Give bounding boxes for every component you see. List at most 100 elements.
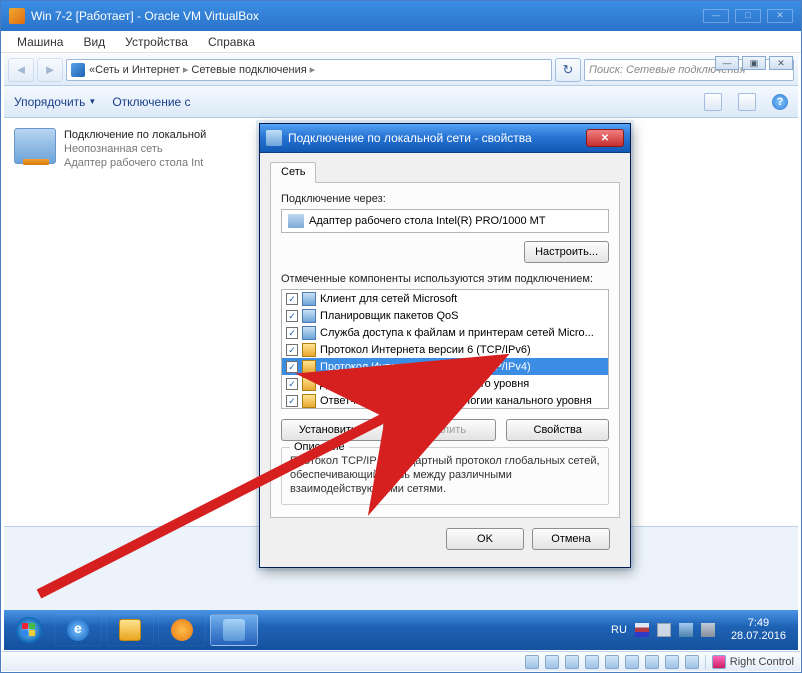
explorer-maximize[interactable]: ▣ xyxy=(742,56,766,70)
dialog-titlebar[interactable]: Подключение по локальной сети - свойства… xyxy=(260,124,630,153)
host-key-indicator[interactable]: Right Control xyxy=(705,655,794,669)
keyboard-icon xyxy=(712,655,726,669)
checkbox[interactable]: ✓ xyxy=(286,293,298,305)
connection-status: Неопознанная сеть xyxy=(64,142,206,156)
maximize-button[interactable]: □ xyxy=(735,9,761,23)
lan-adapter-icon xyxy=(14,128,56,164)
cancel-button[interactable]: Отмена xyxy=(532,528,610,550)
media-player-icon xyxy=(171,619,193,641)
menu-machine[interactable]: Машина xyxy=(7,33,73,51)
virtualbox-titlebar[interactable]: Win 7-2 [Работает] - Oracle VM VirtualBo… xyxy=(1,1,801,31)
nav-back[interactable]: ◄ xyxy=(8,58,34,82)
ie-icon xyxy=(67,619,89,641)
component-item[interactable]: ✓ Протокол Интернета версии 6 (TCP/IPv6) xyxy=(282,341,608,358)
virtualbox-title-text: Win 7-2 [Работает] - Oracle VM VirtualBo… xyxy=(31,9,259,23)
clock[interactable]: 7:49 28.07.2016 xyxy=(723,617,794,643)
component-label: Протокол Интернета версии 4 (TCP/IPv4) xyxy=(320,361,531,373)
component-item[interactable]: ✓Драйвер в/в тополога канального уровня xyxy=(282,375,608,392)
component-item[interactable]: ✓ Протокол Интернета версии 4 (TCP/IPv4) xyxy=(282,358,608,375)
explorer-minimize[interactable]: — xyxy=(715,56,739,70)
components-list[interactable]: ✓Клиент для сетей Microsoft✓Планировщик … xyxy=(281,289,609,409)
taskbar-network-connections[interactable] xyxy=(210,614,258,646)
guest-taskbar: RU 7:49 28.07.2016 xyxy=(4,610,798,650)
checkbox[interactable]: ✓ xyxy=(286,361,298,373)
menu-help[interactable]: Справка xyxy=(198,33,265,51)
monitor-icon xyxy=(302,309,316,323)
nav-forward[interactable]: ► xyxy=(37,58,63,82)
component-item[interactable]: ✓Планировщик пакетов QoS xyxy=(282,307,608,324)
language-indicator[interactable]: RU xyxy=(611,624,627,636)
status-display-icon[interactable] xyxy=(645,655,659,669)
tray-network-icon[interactable] xyxy=(679,623,693,637)
address-bar[interactable]: « Сеть и Интернет ▸ Сетевые подключения … xyxy=(66,59,552,81)
status-cpu-icon[interactable] xyxy=(685,655,699,669)
adapter-name: Адаптер рабочего стола Intel(R) PRO/1000… xyxy=(309,215,546,227)
ok-button[interactable]: OK xyxy=(446,528,524,550)
net-icon xyxy=(302,394,316,408)
connection-adapter: Адаптер рабочего стола Int xyxy=(64,156,206,170)
checkbox[interactable]: ✓ xyxy=(286,395,298,407)
dialog-title-text: Подключение по локальной сети - свойства xyxy=(288,131,532,145)
view-icon[interactable] xyxy=(704,93,722,111)
checkbox[interactable]: ✓ xyxy=(286,327,298,339)
start-button[interactable] xyxy=(8,614,50,646)
folder-icon xyxy=(119,619,141,641)
net-icon xyxy=(302,377,316,391)
status-hdd-icon[interactable] xyxy=(525,655,539,669)
component-label: Ответчик обнаружения топологии канальног… xyxy=(320,395,592,407)
taskbar-media-player[interactable] xyxy=(158,614,206,646)
tab-network[interactable]: Сеть xyxy=(270,162,316,183)
taskbar-ie[interactable] xyxy=(54,614,102,646)
menu-view[interactable]: Вид xyxy=(73,33,115,51)
refresh-button[interactable]: ↻ xyxy=(555,58,581,82)
help-icon[interactable]: ? xyxy=(772,94,788,110)
status-usb-icon[interactable] xyxy=(605,655,619,669)
checkbox[interactable]: ✓ xyxy=(286,310,298,322)
breadcrumb-item-1[interactable]: Сеть и Интернет xyxy=(95,64,180,76)
uninstall-button[interactable]: Удалить xyxy=(394,419,497,441)
components-label: Отмеченные компоненты используются этим … xyxy=(281,273,609,285)
configure-button[interactable]: Настроить... xyxy=(524,241,609,263)
status-optical-icon[interactable] xyxy=(545,655,559,669)
status-audio-icon[interactable] xyxy=(565,655,579,669)
organize-menu[interactable]: Упорядочить ▼ xyxy=(14,95,96,109)
net-icon xyxy=(302,343,316,357)
connection-name: Подключение по локальной xyxy=(64,128,206,142)
install-button[interactable]: Установить... xyxy=(281,419,384,441)
status-recording-icon[interactable] xyxy=(665,655,679,669)
taskbar-explorer[interactable] xyxy=(106,614,154,646)
checkbox[interactable]: ✓ xyxy=(286,378,298,390)
status-shared-folders-icon[interactable] xyxy=(625,655,639,669)
preview-pane-icon[interactable] xyxy=(738,93,756,111)
network-icon xyxy=(71,63,85,77)
disable-connection[interactable]: Отключение с xyxy=(112,95,190,109)
tray-volume-icon[interactable] xyxy=(701,623,715,637)
network-connection-item[interactable]: Подключение по локальной Неопознанная се… xyxy=(14,128,234,170)
virtualbox-menubar: Машина Вид Устройства Справка xyxy=(1,31,801,53)
network-connections-icon xyxy=(223,619,245,641)
component-item[interactable]: ✓Клиент для сетей Microsoft xyxy=(282,290,608,307)
component-label: Протокол Интернета версии 6 (TCP/IPv6) xyxy=(320,344,531,356)
explorer-navbar: ◄ ► « Сеть и Интернет ▸ Сетевые подключе… xyxy=(4,54,798,86)
component-item[interactable]: ✓ Служба доступа к файлам и принтерам сет… xyxy=(282,324,608,341)
adapter-field: Адаптер рабочего стола Intel(R) PRO/1000… xyxy=(281,209,609,233)
explorer-close[interactable]: ✕ xyxy=(769,56,793,70)
status-network-icon[interactable] xyxy=(585,655,599,669)
dialog-close-button[interactable]: ✕ xyxy=(586,129,624,147)
virtualbox-statusbar: Right Control xyxy=(2,651,800,671)
component-item[interactable]: ✓ Ответчик обнаружения топологии канально… xyxy=(282,392,608,409)
checkbox[interactable]: ✓ xyxy=(286,344,298,356)
properties-button[interactable]: Свойства xyxy=(506,419,609,441)
component-label: Служба доступа к файлам и принтерам сете… xyxy=(320,327,594,339)
guest-screen: — ▣ ✕ ◄ ► « Сеть и Интернет ▸ Сетевые по… xyxy=(4,54,798,650)
tray-action-center-icon[interactable] xyxy=(657,623,671,637)
tray-flag-icon[interactable] xyxy=(635,623,649,637)
system-tray: RU 7:49 28.07.2016 xyxy=(611,617,794,643)
virtualbox-icon xyxy=(9,8,25,24)
breadcrumb-item-2[interactable]: Сетевые подключения xyxy=(191,64,306,76)
clock-time: 7:49 xyxy=(731,617,786,630)
close-button[interactable]: ✕ xyxy=(767,9,793,23)
minimize-button[interactable]: — xyxy=(703,9,729,23)
monitor-icon xyxy=(302,292,316,306)
menu-devices[interactable]: Устройства xyxy=(115,33,198,51)
